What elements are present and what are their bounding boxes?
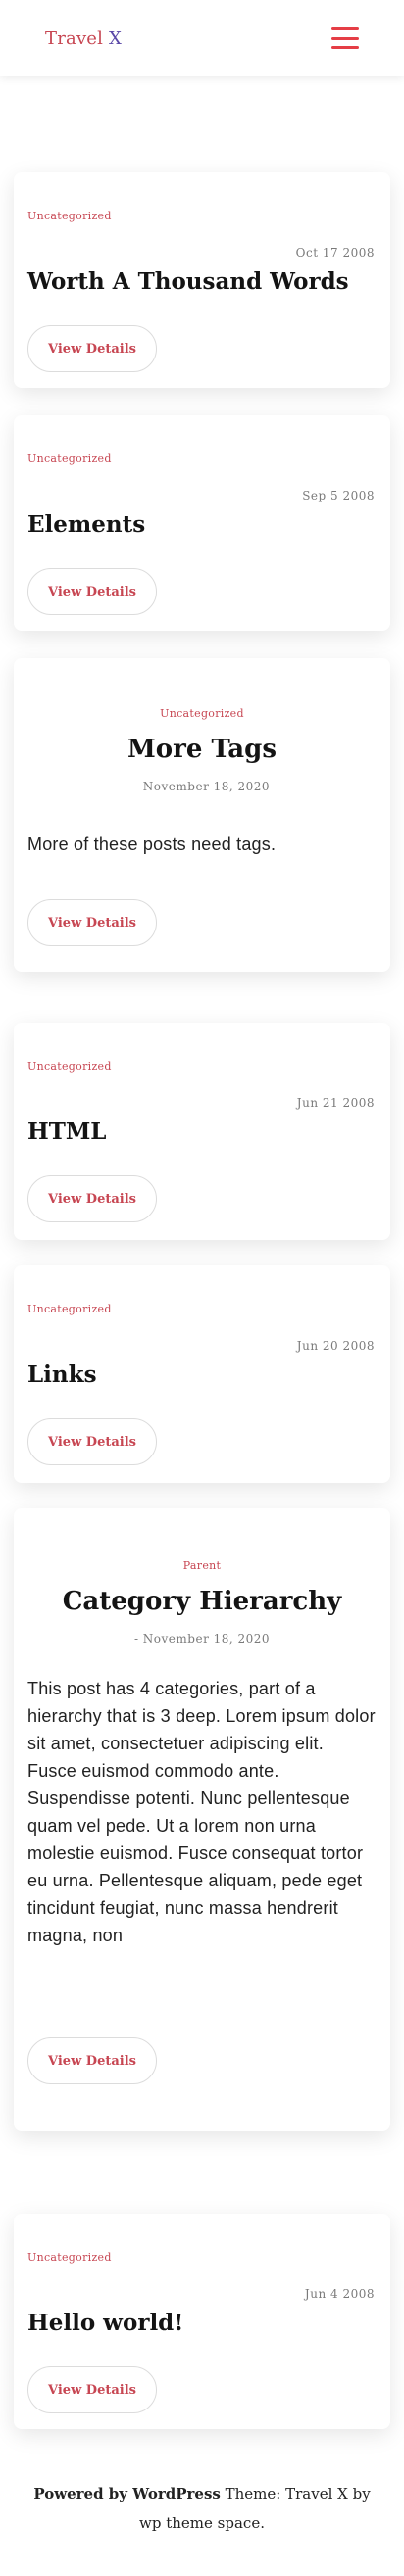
post-date: Jun 21 2008	[296, 1096, 375, 1110]
post-category[interactable]: Uncategorized	[27, 2251, 112, 2264]
post-category[interactable]: Uncategorized	[27, 1060, 112, 1073]
footer-credits: Powered by WordPress Theme: Travel X by …	[20, 2479, 384, 2538]
post-category[interactable]: Uncategorized	[27, 1303, 112, 1315]
post-title[interactable]: More Tags	[14, 735, 390, 764]
post-title[interactable]: HTML	[27, 1119, 106, 1145]
post-category[interactable]: Uncategorized	[27, 210, 112, 222]
post-title[interactable]: Hello world!	[27, 2310, 183, 2336]
post-date: Oct 17 2008	[295, 246, 375, 260]
post-category[interactable]: Parent	[14, 1559, 390, 1572]
post-meta-date: - November 18, 2020	[133, 1632, 271, 1646]
post-card: Uncategorized Jun 21 2008 HTML View Deta…	[14, 1023, 390, 1240]
site-footer: Powered by WordPress Theme: Travel X by …	[0, 2457, 404, 2576]
post-card-featured: Uncategorized More Tags - November 18, 2…	[14, 658, 390, 972]
post-card: Uncategorized Oct 17 2008 Worth A Thousa…	[14, 172, 390, 388]
post-card: Uncategorized Sep 5 2008 Elements View D…	[14, 415, 390, 631]
post-card: Uncategorized Jun 4 2008 Hello world! Vi…	[14, 2214, 390, 2429]
menu-bar	[331, 27, 359, 30]
menu-icon[interactable]	[331, 27, 359, 49]
wordpress-link[interactable]: Powered by WordPress	[33, 2485, 221, 2503]
brand-x: X	[109, 27, 123, 49]
post-title[interactable]: Links	[27, 1361, 97, 1388]
post-title[interactable]: Worth A Thousand Words	[27, 268, 349, 295]
post-title[interactable]: Elements	[27, 511, 145, 538]
post-date: Jun 4 2008	[304, 2287, 375, 2301]
menu-bar	[331, 46, 359, 49]
post-card: Uncategorized Jun 20 2008 Links View Det…	[14, 1265, 390, 1483]
view-details-button[interactable]: View Details	[27, 2366, 157, 2413]
view-details-button[interactable]: View Details	[27, 1418, 157, 1465]
post-title[interactable]: Category Hierarchy	[14, 1587, 390, 1616]
view-details-button[interactable]: View Details	[27, 568, 157, 615]
view-details-button[interactable]: View Details	[27, 899, 157, 946]
brand-text: Travel	[45, 27, 110, 49]
theme-text: Theme: Travel X by	[220, 2485, 371, 2503]
post-category[interactable]: Uncategorized	[27, 453, 112, 465]
author-link[interactable]: wp theme space.	[139, 2514, 265, 2532]
view-details-button[interactable]: View Details	[27, 325, 157, 372]
site-logo[interactable]: Travel X	[45, 28, 122, 49]
post-excerpt: More of these posts need tags.	[27, 835, 277, 854]
post-date: Jun 20 2008	[296, 1339, 375, 1353]
post-card-featured: Parent Category Hierarchy - November 18,…	[14, 1508, 390, 2131]
menu-bar	[331, 36, 359, 40]
view-details-button[interactable]: View Details	[27, 1175, 157, 1222]
post-category[interactable]: Uncategorized	[14, 707, 390, 720]
site-header: Travel X	[0, 0, 404, 76]
post-date: Sep 5 2008	[302, 489, 375, 502]
post-meta-date: - November 18, 2020	[133, 780, 271, 793]
view-details-button[interactable]: View Details	[27, 2037, 157, 2084]
post-excerpt: This post has 4 categories, part of a hi…	[27, 1679, 376, 1945]
